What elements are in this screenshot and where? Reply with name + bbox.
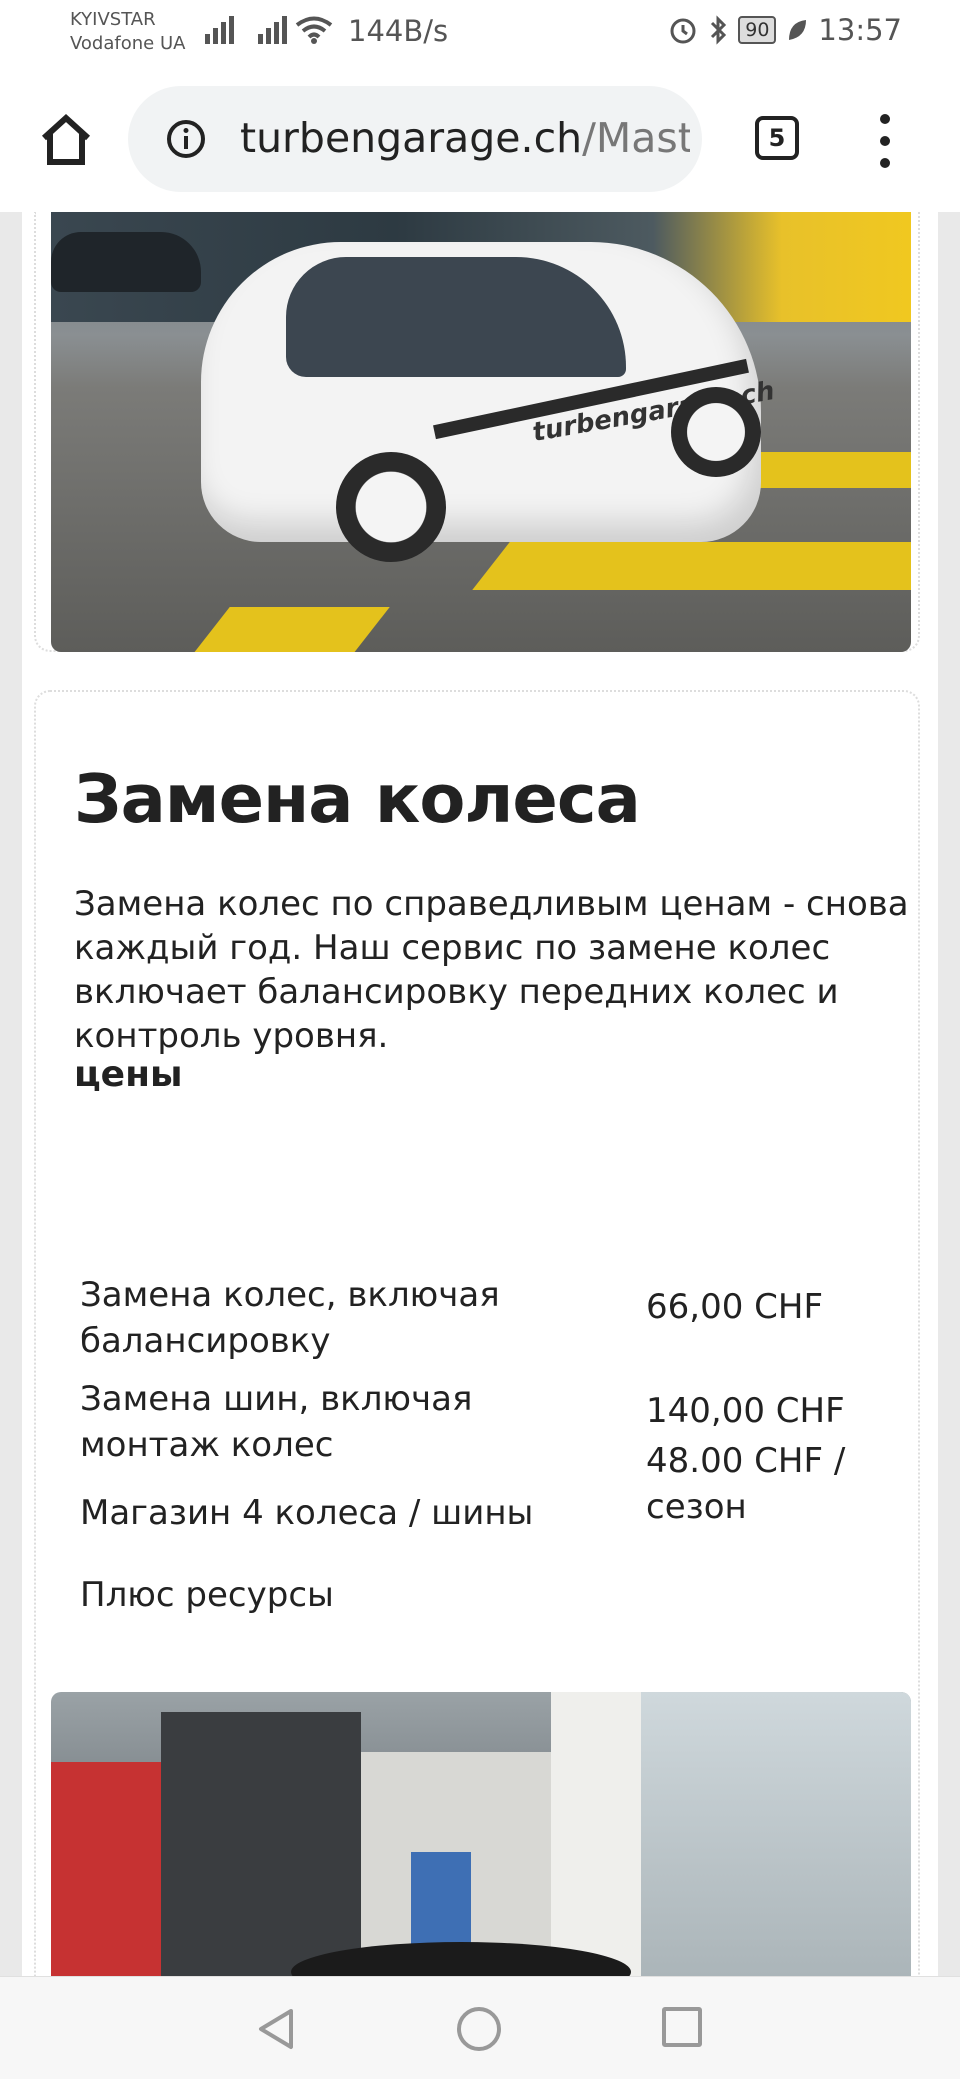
web-page[interactable]: turbengarage.ch Замена колеса Замена кол… xyxy=(0,212,960,1976)
garage-photo xyxy=(51,1692,911,1976)
battery-icon: 90 xyxy=(738,16,777,44)
price-name: Замена шин, включая монтаж колес xyxy=(80,1379,473,1465)
signal-icon xyxy=(258,14,287,44)
signal-icon xyxy=(205,14,234,44)
tab-switcher-button[interactable]: 5 xyxy=(755,116,799,160)
price-value: 140,00 CHF xyxy=(646,1391,845,1431)
car-photo: turbengarage.ch xyxy=(51,212,911,652)
section-description: Замена колес по справедливым ценам - сно… xyxy=(74,884,909,1056)
photo-stripe xyxy=(472,542,911,590)
price-name: Плюс ресурсы xyxy=(80,1575,334,1615)
bluetooth-icon xyxy=(711,15,727,45)
price-name: Магазин 4 колеса / шины xyxy=(80,1493,534,1533)
wifi-icon xyxy=(295,16,333,44)
info-icon[interactable] xyxy=(166,119,206,159)
url-host: turbengarage.ch xyxy=(240,114,583,162)
prices-heading: цены xyxy=(74,1054,183,1095)
carrier-info: KYIVSTAR Vodafone UA xyxy=(70,8,185,56)
photo-object xyxy=(161,1712,361,1976)
status-bar: KYIVSTAR Vodafone UA 144B/s 90 13:57 xyxy=(0,0,960,70)
carrier-name-2: Vodafone UA xyxy=(70,33,186,54)
leaf-icon xyxy=(789,20,807,40)
home-icon[interactable] xyxy=(36,110,96,170)
back-icon[interactable] xyxy=(255,2007,299,2051)
home-nav-icon[interactable] xyxy=(457,2007,501,2051)
url-path: /Maste xyxy=(582,114,690,162)
car-wheel xyxy=(336,452,446,562)
url-text[interactable]: turbengarage.ch/Maste xyxy=(240,114,690,162)
alarm-icon xyxy=(670,18,696,44)
overflow-menu-icon[interactable] xyxy=(870,114,900,168)
address-bar[interactable]: turbengarage.ch/Maste xyxy=(128,86,702,192)
price-value: 66,00 CHF xyxy=(646,1287,824,1327)
car-window xyxy=(286,257,626,377)
photo-background-car xyxy=(51,232,201,292)
photo-object xyxy=(641,1692,911,1976)
browser-toolbar: turbengarage.ch/Maste 5 xyxy=(0,70,960,212)
net-speed: 144B/s xyxy=(348,14,449,48)
photo-object xyxy=(51,1762,161,1976)
clock: 13:57 xyxy=(818,13,902,47)
system-nav-bar xyxy=(0,1976,960,2079)
price-value: 48.00 CHF / сезон xyxy=(646,1441,846,1527)
price-name: Замена колес, включая балансировку xyxy=(80,1275,500,1361)
carrier-name-1: KYIVSTAR xyxy=(70,9,156,30)
photo-stripe xyxy=(192,607,390,652)
section-title: Замена колеса xyxy=(74,760,641,838)
recents-icon[interactable] xyxy=(662,2007,702,2047)
photo-object xyxy=(551,1692,641,1976)
status-right: 90 13:57 xyxy=(668,13,902,47)
car-wheel xyxy=(671,387,761,477)
